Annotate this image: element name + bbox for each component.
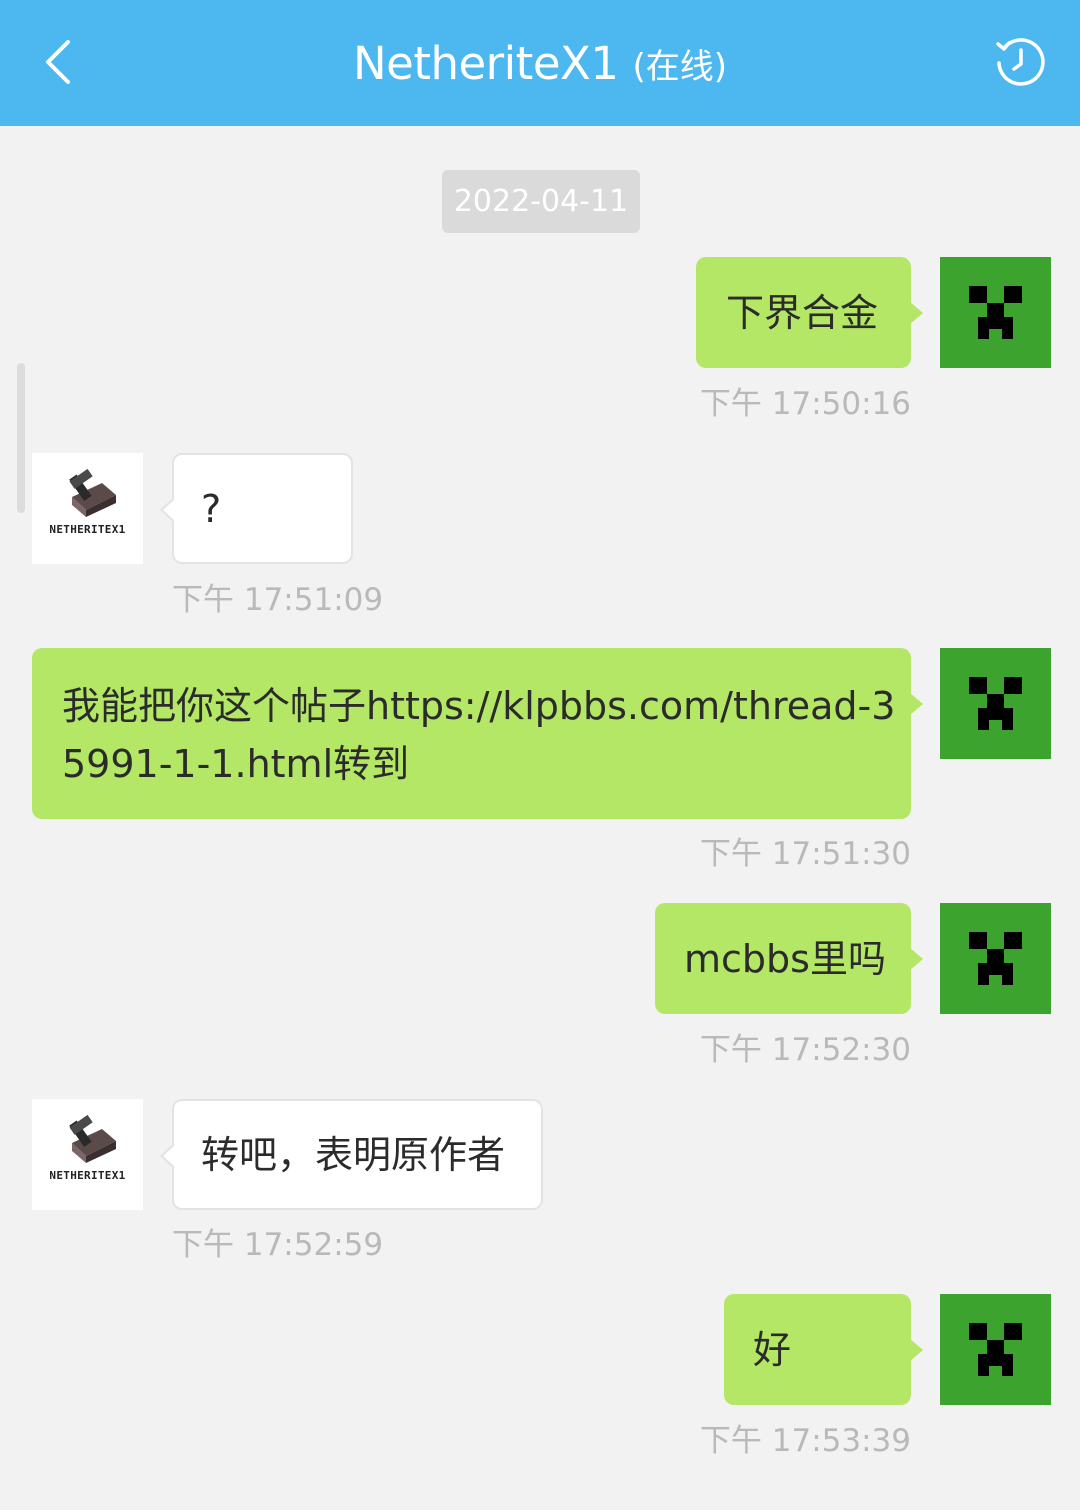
peer-avatar[interactable]: NETHERITEX1 — [32, 453, 143, 564]
message-text-line-2: 5991-1-1.html转到 — [62, 742, 410, 786]
message-text: 好 — [753, 1327, 792, 1372]
my-message-bubble[interactable]: 我能把你这个帖子https://klpbbs.com/thread-3 5991… — [32, 648, 923, 819]
peer-message-bubble[interactable]: 转吧，表明原作者 — [160, 1099, 543, 1210]
peer-message-bubble[interactable]: ? — [160, 453, 353, 564]
chat-header: NetheriteX1 (在线) — [0, 0, 1080, 126]
hammer-logo-icon — [69, 1114, 116, 1163]
hammer-logo-icon — [69, 468, 116, 517]
online-status: (在线) — [632, 46, 728, 87]
message-timestamp: 下午 17:50:16 — [699, 386, 911, 422]
peer-logo-text: NETHERITEX1 — [49, 1169, 126, 1182]
message-text: 下界合金 — [726, 290, 879, 335]
contact-name: NetheriteX1 — [352, 36, 619, 90]
my-avatar[interactable] — [940, 903, 1051, 1014]
history-button[interactable] — [992, 34, 1050, 92]
message-timestamp: 下午 17:53:39 — [699, 1423, 911, 1459]
message-text: ? — [201, 486, 222, 531]
message-text-line-1: 我能把你这个帖子https://klpbbs.com/thread-3 — [62, 684, 896, 728]
peer-logo-text: NETHERITEX1 — [49, 523, 126, 536]
creeper-face-icon — [969, 1323, 1022, 1376]
date-separator: 2022-04-11 — [442, 170, 640, 233]
message-timestamp: 下午 17:52:30 — [699, 1032, 911, 1068]
creeper-face-icon — [969, 286, 1022, 339]
history-clock-icon — [996, 38, 1045, 86]
creeper-face-icon — [969, 677, 1022, 730]
my-message-bubble[interactable]: 好 — [724, 1294, 923, 1405]
message-timestamp: 下午 17:51:30 — [699, 836, 911, 872]
my-message-bubble[interactable]: mcbbs里吗 — [655, 903, 923, 1014]
creeper-face-icon — [969, 932, 1022, 985]
peer-avatar[interactable]: NETHERITEX1 — [32, 1099, 143, 1210]
message-text: mcbbs里吗 — [684, 936, 886, 981]
scrollbar-thumb[interactable] — [17, 363, 25, 513]
message-timestamp: 下午 17:51:09 — [172, 582, 384, 618]
my-avatar[interactable] — [940, 257, 1051, 368]
message-timestamp: 下午 17:52:59 — [172, 1227, 384, 1263]
my-avatar[interactable] — [940, 648, 1051, 759]
my-message-bubble[interactable]: 下界合金 — [696, 257, 923, 368]
chat-title: NetheriteX1 (在线) — [0, 0, 1080, 126]
my-avatar[interactable] — [940, 1294, 1051, 1405]
message-text: 转吧，表明原作者 — [201, 1132, 506, 1177]
